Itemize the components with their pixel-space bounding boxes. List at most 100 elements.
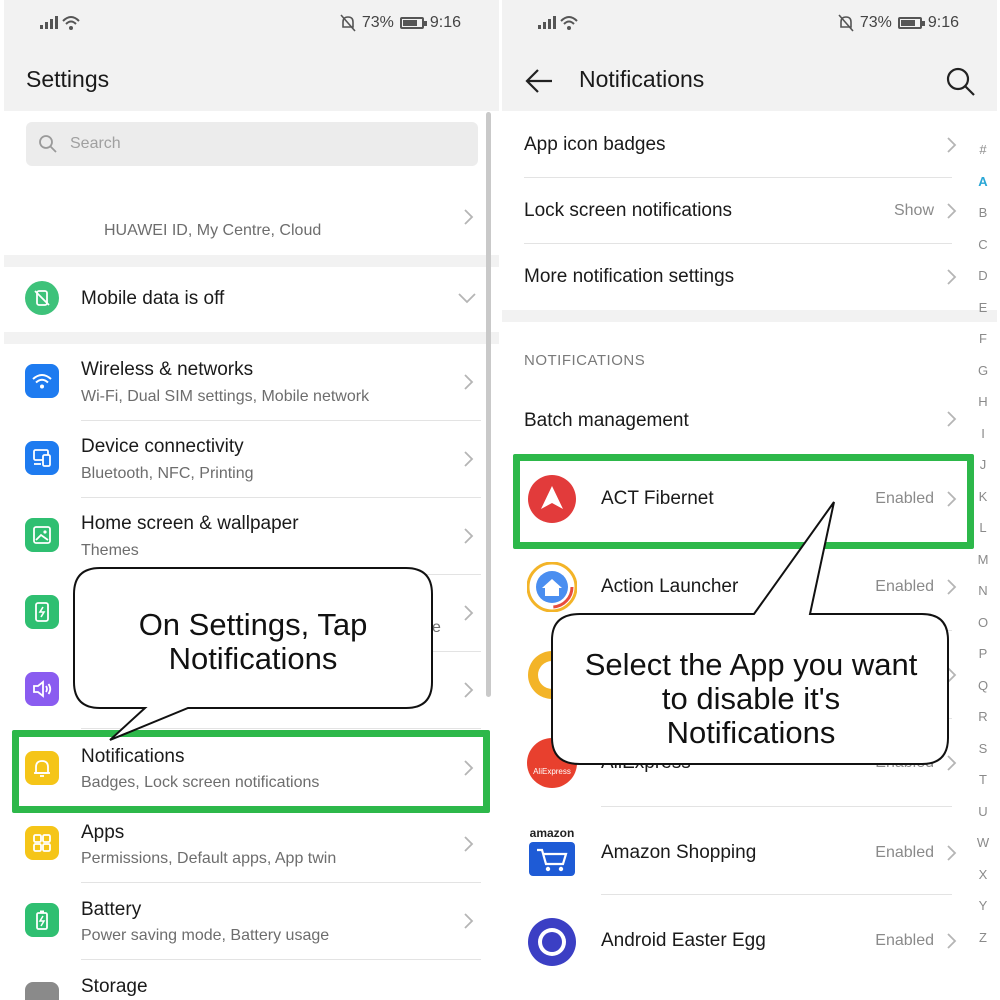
huawei-id-row[interactable]: HUAWEI ID, My Centre, Cloud	[4, 176, 499, 255]
settings-item-battery[interactable]: Battery Power saving mode, Battery usage	[4, 883, 499, 960]
alphabet-letter[interactable]: O	[978, 607, 988, 639]
alphabet-letter[interactable]: X	[979, 859, 988, 891]
chevron-right-icon	[464, 528, 474, 544]
wallpaper-icon	[25, 518, 59, 552]
alphabet-letter[interactable]: S	[979, 733, 988, 765]
clock: 9:16	[429, 14, 461, 31]
callout-text: On Settings, Tap Notifications	[138, 607, 368, 676]
alphabet-letter[interactable]: D	[978, 260, 987, 292]
display-icon	[25, 595, 59, 629]
search-icon[interactable]	[943, 64, 977, 98]
alphabet-letter[interactable]: W	[977, 827, 989, 859]
callout-text: Select the App you want to disable it's …	[584, 647, 918, 750]
instruction-callout: On Settings, Tap Notifications	[70, 564, 436, 744]
item-subtitle: Power saving mode, Battery usage	[81, 927, 330, 944]
alphabet-letter[interactable]: Z	[979, 922, 987, 954]
scrollbar[interactable]	[486, 112, 491, 697]
item-subtitle: Themes	[81, 542, 139, 559]
mobile-data-row[interactable]: Mobile data is off	[4, 267, 499, 332]
chevron-right-icon	[464, 374, 474, 390]
storage-icon	[25, 982, 59, 1000]
alphabet-letter[interactable]: R	[978, 701, 987, 733]
setting-title: More notification settings	[524, 266, 735, 287]
item-title: Wireless & networks	[81, 359, 254, 380]
amazon-logo-text: amazon	[529, 826, 575, 840]
amazon-shopping-icon: amazon	[527, 826, 577, 876]
chevron-right-icon	[464, 836, 474, 852]
battery-icon	[25, 903, 59, 937]
settings-item-apps[interactable]: Apps Permissions, Default apps, App twin	[4, 806, 499, 883]
silent-icon	[838, 14, 854, 32]
bell-icon	[25, 751, 59, 785]
setting-more-notification-settings[interactable]: More notification settings	[502, 244, 972, 310]
item-subtitle: Wi-Fi, Dual SIM settings, Mobile network	[81, 388, 370, 405]
item-subtitle: Permissions, Default apps, App twin	[81, 850, 337, 867]
chevron-right-icon	[947, 933, 957, 949]
settings-item-storage[interactable]: Storage	[4, 960, 499, 1000]
page-title: Notifications	[579, 66, 705, 92]
section-divider	[4, 332, 499, 344]
alphabet-letter[interactable]: P	[979, 638, 988, 670]
app-name: Amazon Shopping	[601, 842, 757, 863]
battery-percent: 73%	[361, 14, 394, 31]
settings-screen: 73% 9:16 Settings Search HUAWEI ID, My C…	[4, 0, 499, 1000]
app-row-android-easter-egg[interactable]: Android Easter Egg Enabled	[502, 895, 972, 987]
alphabet-letter[interactable]: M	[978, 544, 989, 576]
alphabet-letter[interactable]: B	[979, 197, 988, 229]
status-bar: 73% 9:16	[4, 0, 499, 50]
alphabet-letter[interactable]: Y	[979, 890, 988, 922]
chevron-right-icon	[464, 451, 474, 467]
item-subtitle: Bluetooth, NFC, Printing	[81, 465, 254, 482]
app-row-amazon-shopping[interactable]: amazon Amazon Shopping Enabled	[502, 807, 972, 895]
alphabet-letter[interactable]: G	[978, 355, 988, 387]
alphabet-letter[interactable]: K	[979, 481, 988, 513]
alphabet-letter[interactable]: I	[981, 418, 985, 450]
setting-value: Show	[893, 202, 934, 219]
instruction-callout: Select the App you want to disable it's …	[546, 498, 952, 770]
batch-management-row[interactable]: Batch management	[502, 390, 972, 452]
chevron-right-icon	[947, 845, 957, 861]
chevron-right-icon	[947, 411, 957, 427]
settings-item-device-connectivity[interactable]: Device connectivity Bluetooth, NFC, Prin…	[4, 421, 499, 498]
alphabet-letter[interactable]: F	[979, 323, 987, 355]
settings-item-wireless[interactable]: Wireless & networks Wi-Fi, Dual SIM sett…	[4, 344, 499, 421]
alphabet-letter[interactable]: #	[979, 134, 986, 166]
alphabet-letter[interactable]: A	[978, 166, 987, 198]
alphabet-letter[interactable]: H	[978, 386, 987, 418]
mobile-data-label: Mobile data is off	[81, 288, 225, 309]
alphabet-letter[interactable]: T	[979, 764, 987, 796]
setting-app-icon-badges[interactable]: App icon badges	[502, 112, 972, 178]
setting-lock-screen-notifications[interactable]: Lock screen notifications Show	[502, 178, 972, 244]
battery-status-icon	[399, 17, 427, 29]
alphabet-letter[interactable]: J	[980, 449, 987, 481]
search-input[interactable]: Search	[26, 122, 478, 166]
alphabet-letter[interactable]: E	[979, 292, 988, 324]
alphabet-index[interactable]: # A B C D E F G H I J K L M N O P Q R S T U W X Y Z	[972, 134, 994, 953]
alphabet-letter[interactable]: Q	[978, 670, 988, 702]
apps-icon	[25, 826, 59, 860]
chevron-right-icon	[464, 760, 474, 776]
search-placeholder: Search	[70, 135, 121, 152]
chevron-right-icon	[464, 605, 474, 621]
alphabet-letter[interactable]: C	[978, 229, 987, 261]
alphabet-letter[interactable]: N	[978, 575, 987, 607]
wifi-icon	[25, 364, 59, 398]
app-status: Enabled	[875, 844, 934, 861]
section-divider	[4, 255, 499, 267]
item-title: Notifications	[81, 746, 185, 767]
status-bar: 73% 9:16	[502, 0, 997, 50]
section-header: NOTIFICATIONS	[524, 352, 646, 369]
back-arrow-icon[interactable]	[522, 64, 556, 98]
item-title: Storage	[81, 976, 148, 997]
alphabet-letter[interactable]: U	[978, 796, 987, 828]
notifications-header: Notifications	[502, 50, 997, 111]
battery-percent: 73%	[859, 14, 892, 31]
item-title: Home screen & wallpaper	[81, 513, 299, 534]
item-title: Device connectivity	[81, 436, 244, 457]
alphabet-letter[interactable]: L	[979, 512, 986, 544]
mobile-data-off-icon	[25, 281, 59, 315]
device-connectivity-icon	[25, 441, 59, 475]
silent-icon	[340, 14, 356, 32]
chevron-down-icon[interactable]	[457, 292, 477, 304]
section-divider	[502, 310, 997, 322]
